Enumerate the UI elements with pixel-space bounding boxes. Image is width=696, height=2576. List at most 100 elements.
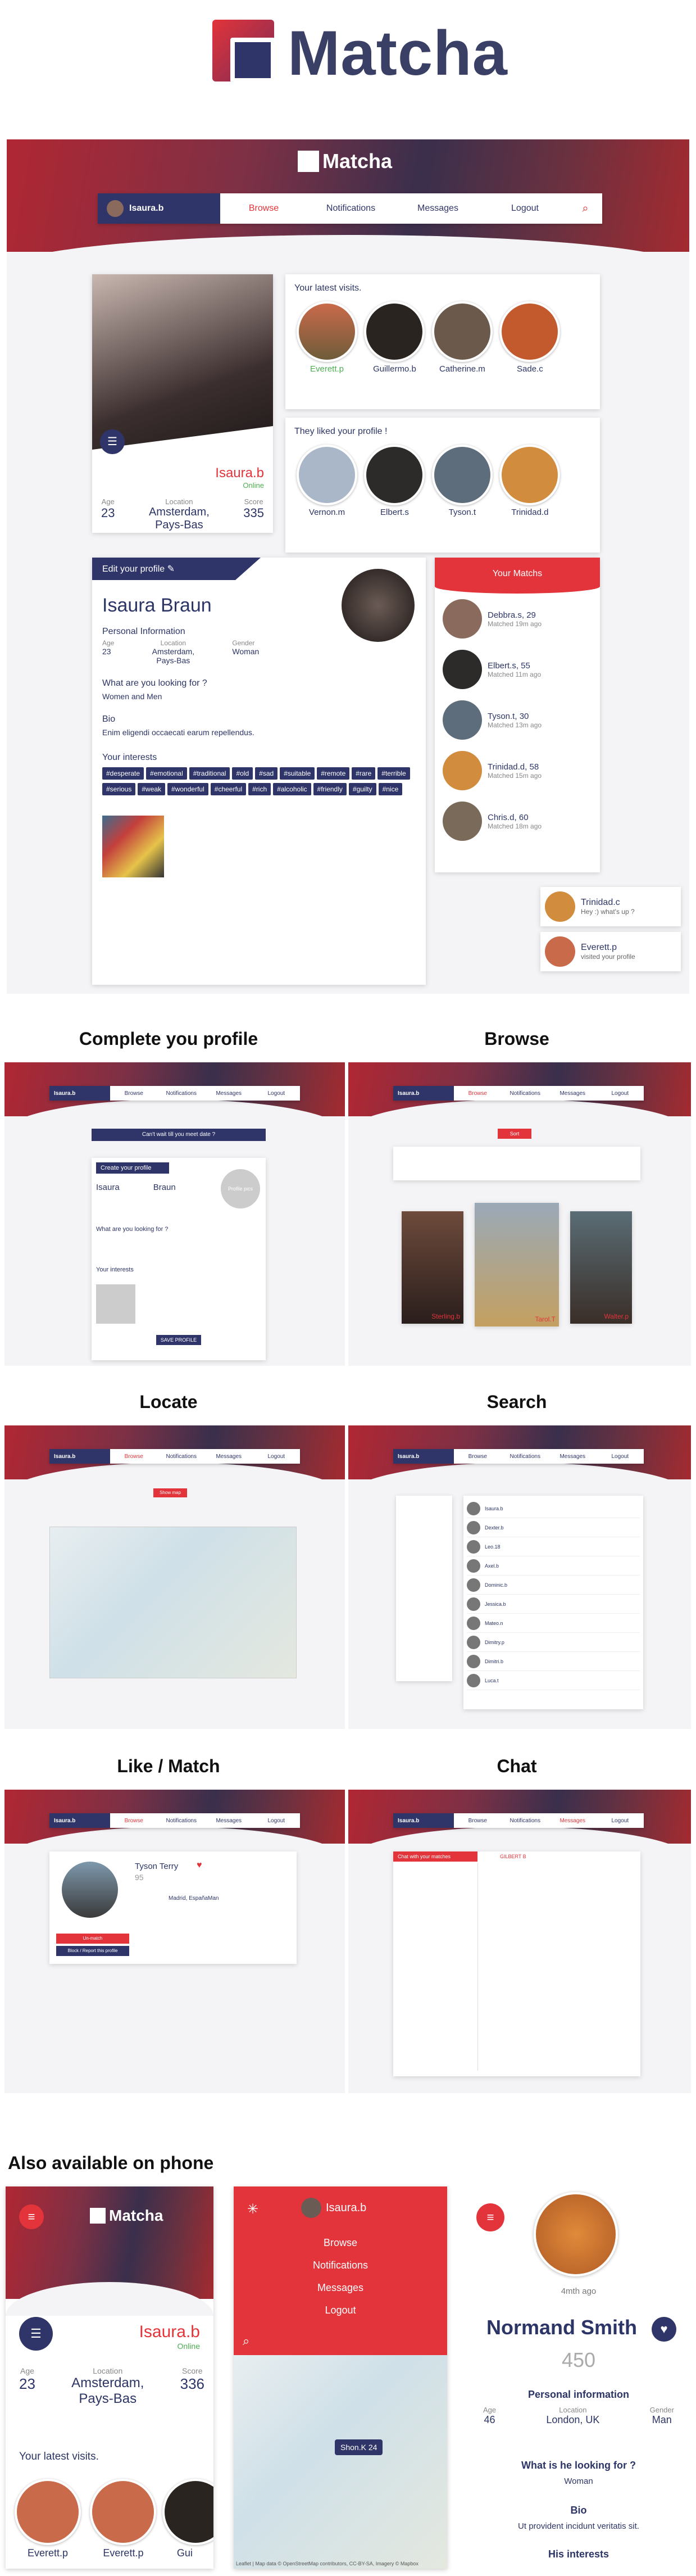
search-row[interactable]: Leo.18 (467, 1537, 640, 1556)
screenshot-complete: Isaura.b Browse Notifications Messages Logou… (4, 1062, 345, 1366)
section-title-like: Like / Match (117, 1756, 220, 1776)
info-location: Amsterdam, Pays-Bas (152, 647, 195, 665)
detail-score: 450 (561, 2348, 596, 2371)
edit-profile-card: Edit your profile ✎ Isaura Braun Persona… (92, 558, 426, 985)
block-report-button[interactable]: Block / Report this profile (56, 1946, 129, 1956)
toast-message[interactable]: Trinidad.c Hey :) what's up ? (540, 887, 681, 926)
toast-visit[interactable]: Everett.p visited your profile (540, 932, 681, 971)
menu-messages[interactable]: Messages (234, 2276, 447, 2299)
info-gender: Woman (232, 647, 260, 656)
match-item[interactable]: Elbert.s, 55 Matched 11m ago (435, 644, 600, 695)
search-row[interactable]: Jessica.b (467, 1595, 640, 1614)
nav-notifications[interactable]: Notifications (307, 193, 394, 224)
phone-score: 336 (180, 2375, 204, 2392)
interest-tag: #suitable (280, 767, 315, 780)
interest-tag: #guilty (348, 783, 376, 795)
match-item[interactable]: Chris.d, 60 Matched 18m ago (435, 796, 600, 846)
search-icon[interactable]: ⌕ (243, 2334, 249, 2348)
match-item[interactable]: Tyson.t, 30 Matched 13m ago (435, 695, 600, 745)
liked-card: They liked your profile ! Vernon.m Elber… (285, 418, 600, 553)
hero-logo: Matcha (298, 150, 392, 173)
bio-title: Bio (102, 714, 116, 724)
profile-username: Isaura.b (215, 465, 264, 481)
map-marker-popup[interactable]: Shon.K 24 (335, 2439, 383, 2455)
nav-user[interactable]: Isaura.b (98, 193, 220, 224)
main-screenshot: Matcha Isaura.b Browse Notifications Mes… (7, 139, 689, 994)
match-item[interactable]: Trinidad.d, 58 Matched 15m ago (435, 745, 600, 796)
match-item[interactable]: Debbra.s, 29 Matched 19m ago (435, 594, 600, 644)
menu-icon[interactable]: ≡ (19, 2204, 44, 2229)
nav-logout[interactable]: Logout (481, 193, 568, 224)
save-profile-button[interactable]: SAVE PROFILE (156, 1335, 201, 1345)
browse-card[interactable]: Sterling.b (402, 1211, 463, 1324)
settings-sliders-icon[interactable]: ☰ (19, 2317, 53, 2351)
phone-status: Online (177, 2342, 200, 2351)
visit-item[interactable]: Gui (162, 2479, 213, 2559)
looking-value: Women and Men (102, 692, 162, 701)
interest-tag: #emotional (146, 767, 187, 780)
visit-item[interactable]: Everett.p (11, 2479, 84, 2559)
location-label: Location (165, 497, 193, 506)
heart-icon[interactable]: ♥ (197, 1860, 202, 1871)
interests-title: His interests (548, 2548, 609, 2560)
menu-notifications[interactable]: Notifications (234, 2254, 447, 2276)
nav-browse[interactable]: Browse (220, 193, 307, 224)
profile-picture-thumb[interactable] (102, 816, 164, 877)
navbar: Isaura.b Browse Notifications Messages L… (98, 193, 602, 224)
phone-map[interactable]: Shon.K 24 Leaflet | Map data © OpenStree… (234, 2355, 447, 2569)
chat-window: Chat with your matches GILBERT B (393, 1851, 640, 2076)
settings-sliders-icon[interactable]: ☰ (100, 429, 125, 454)
liked-item[interactable]: Tyson.t (430, 445, 495, 517)
add-photo-button[interactable] (96, 1284, 135, 1324)
search-row[interactable]: Mateo.n (467, 1614, 640, 1633)
menu-browse[interactable]: Browse (234, 2231, 447, 2254)
search-row[interactable]: Dimitri.b (467, 1652, 640, 1671)
interest-tag: #nice (378, 783, 403, 795)
profile-avatar (342, 569, 415, 642)
menu-user[interactable]: Isaura.b (301, 2198, 366, 2218)
screenshot-like: Isaura.b Browse Notifications Messages Logou… (4, 1790, 345, 2093)
visit-item[interactable]: Everett.p (87, 2479, 160, 2559)
menu-logout[interactable]: Logout (234, 2299, 447, 2321)
search-row[interactable]: Dexter.b (467, 1518, 640, 1537)
search-row[interactable]: Isaura.b (467, 1499, 640, 1518)
heart-icon[interactable]: ♥ (652, 2317, 676, 2342)
browse-card[interactable]: Tarol.T (475, 1203, 559, 1327)
visit-item[interactable]: Sade.c (497, 301, 562, 374)
sort-button[interactable]: Sort (498, 1129, 531, 1139)
search-icon[interactable]: ⌕ (568, 193, 602, 224)
screenshot-browse: Isaura.b Browse Notifications Messages Logou… (348, 1062, 691, 1366)
search-row[interactable]: Dimitry.p (467, 1633, 640, 1652)
search-results: Isaura.b Dexter.b Leo.18 Axel.b Dominic.b Jes… (463, 1496, 643, 1709)
visit-item[interactable]: Guillermo.b (362, 301, 427, 374)
phone-logo: Matcha (90, 2207, 163, 2225)
unmatch-button[interactable]: Un-match (56, 1934, 129, 1944)
interest-tag: #remote (317, 767, 350, 780)
create-profile-card: Create your profile Profile pics Isaura B… (92, 1158, 266, 1360)
score-label: Score (244, 497, 263, 506)
liked-item[interactable]: Vernon.m (294, 445, 360, 517)
interest-tag: #cheerful (210, 783, 247, 795)
liked-item[interactable]: Elbert.s (362, 445, 427, 517)
search-row[interactable]: Dominic.b (467, 1576, 640, 1595)
liked-item[interactable]: Trinidad.d (497, 445, 562, 517)
search-row[interactable]: Luca.t (467, 1671, 640, 1690)
search-filters[interactable] (396, 1496, 452, 1681)
phone-menu: ✳ Isaura.b Browse Notifications Messages… (234, 2186, 447, 2569)
filters-card (393, 1147, 640, 1180)
visit-item[interactable]: Everett.p (294, 301, 360, 374)
visit-item[interactable]: Catherine.m (430, 301, 495, 374)
menu-icon[interactable]: ≡ (476, 2203, 504, 2231)
matcha-logo-icon (212, 19, 280, 87)
age-label: Age (101, 497, 115, 506)
looking-value: Woman (564, 2477, 593, 2486)
interest-tag: #rare (352, 767, 376, 780)
browse-card[interactable]: Walter.p (570, 1211, 632, 1324)
edit-profile-button[interactable]: Edit your profile ✎ (92, 558, 261, 580)
map[interactable] (49, 1527, 297, 1678)
show-map-button[interactable]: Show map (153, 1488, 187, 1497)
close-icon[interactable]: ✳ (247, 2201, 258, 2217)
nav-messages[interactable]: Messages (394, 193, 481, 224)
avatar (443, 700, 482, 740)
search-row[interactable]: Axel.b (467, 1556, 640, 1576)
